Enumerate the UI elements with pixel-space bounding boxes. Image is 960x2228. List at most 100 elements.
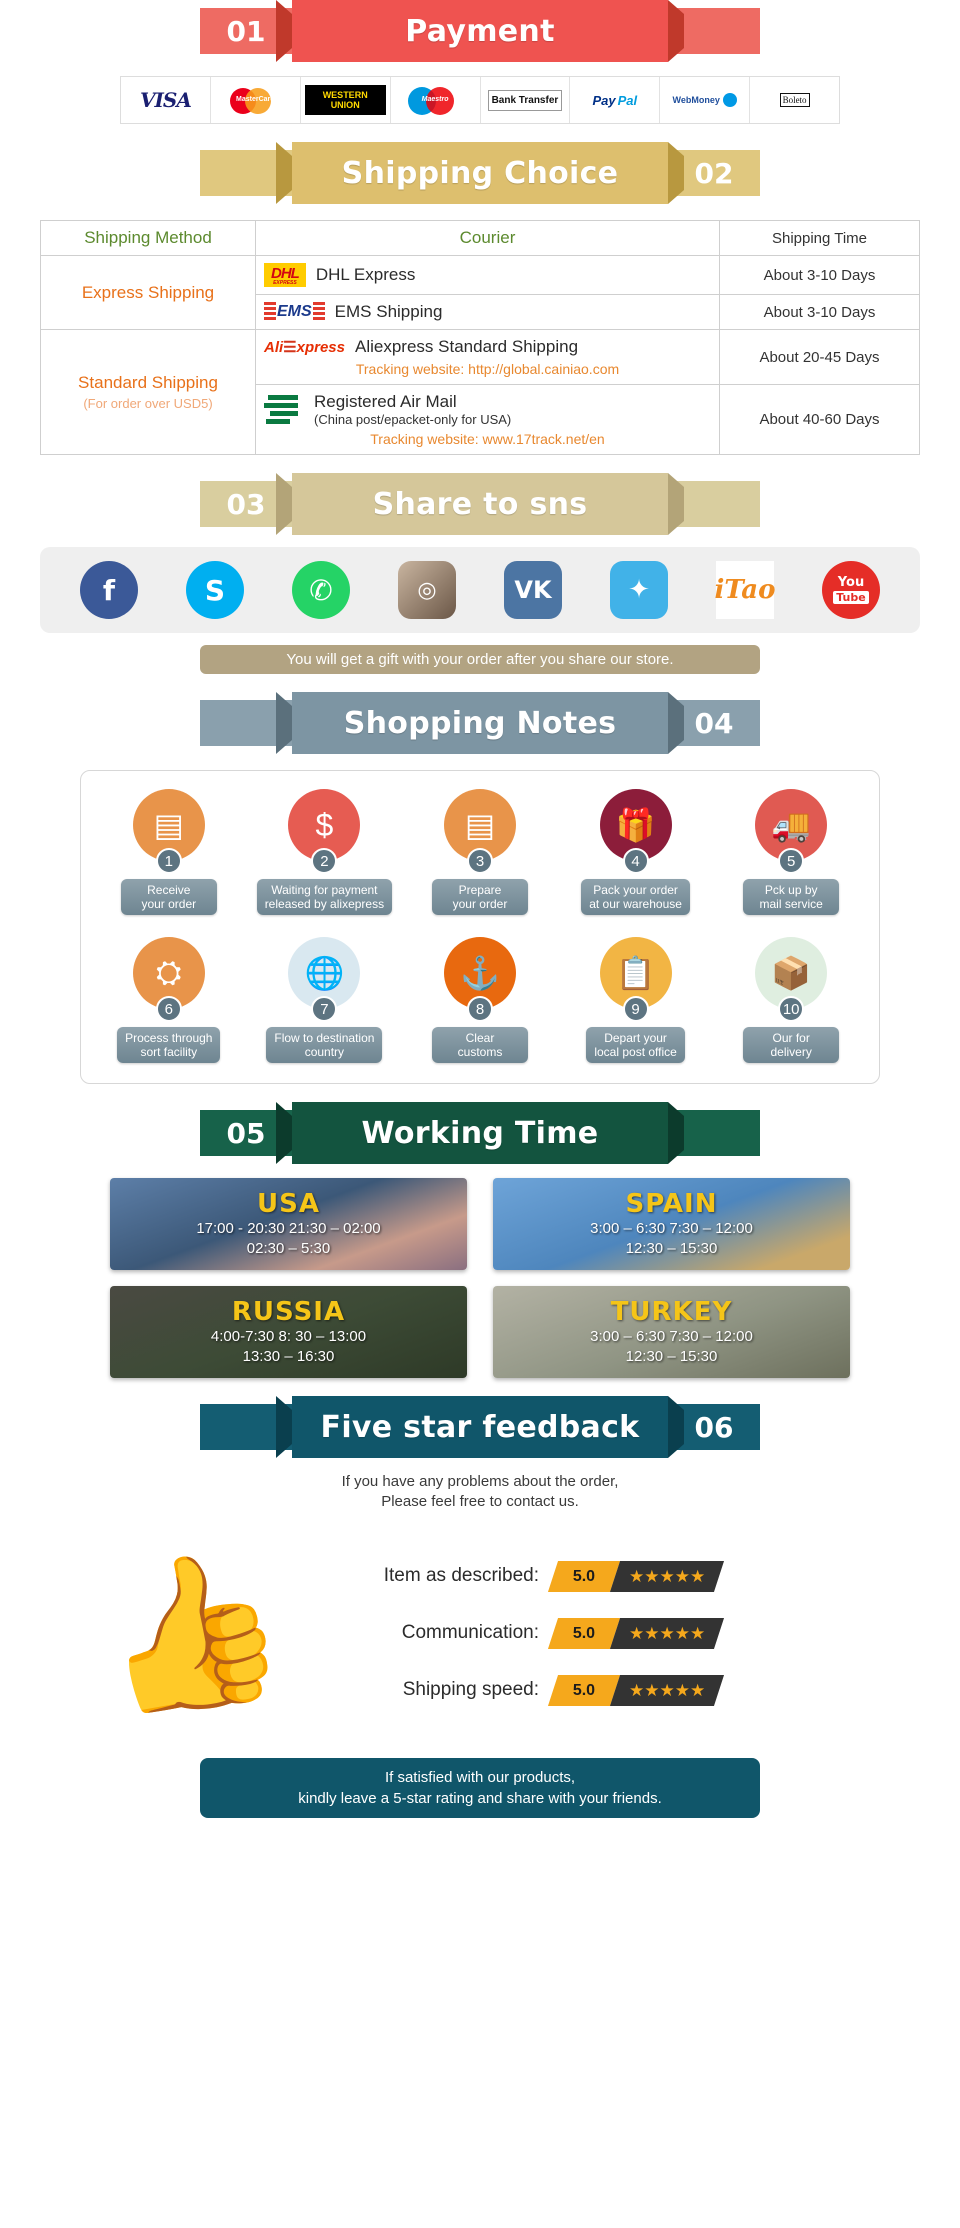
payment-method-webmoney: WebMoney xyxy=(660,77,751,123)
twitter-icon[interactable]: ✦ xyxy=(610,561,668,619)
section-title-feedback: Five star feedback xyxy=(320,1409,640,1445)
step-label: Our for delivery xyxy=(743,1027,840,1063)
cell-courier-ems: EMS EMS Shipping xyxy=(255,294,720,330)
aliexpress-logo: Ali☰xpress xyxy=(264,339,345,356)
thumbs-up-image: 👍 xyxy=(40,1518,340,1748)
working-time-card-russia: RUSSIA 4:00-7:30 8: 30 – 13:00 13:30 – 1… xyxy=(110,1286,467,1378)
thumbs-up-icon: 👍 xyxy=(81,1531,299,1735)
note-step-5: 🚚 5 Pck up by mail service xyxy=(719,789,864,915)
share-gift-banner: You will get a gift with your order afte… xyxy=(200,645,760,674)
table-row: Standard Shipping (For order over USD5) … xyxy=(40,329,920,455)
payment-method-maestro: Maestro xyxy=(390,77,481,123)
cell-method-express: Express Shipping xyxy=(40,255,256,330)
note-step-10: 📦 10 Our for delivery xyxy=(719,937,864,1063)
rating-score: 5.0 xyxy=(547,1560,621,1592)
rating-row-communication: Communication: 5.0 ★★★★★ xyxy=(344,1617,920,1649)
rating-label: Shipping speed: xyxy=(402,1679,539,1700)
courier-sublabel: (China post/epacket-only for USA) xyxy=(314,412,512,427)
feedback-intro-line-1: If you have any problems about the order… xyxy=(341,1473,619,1490)
rating-label: Item as described: xyxy=(383,1565,539,1586)
rating-row-item-as-described: Item as described: 5.0 ★★★★★ xyxy=(344,1560,920,1592)
tracking-website-cainiao[interactable]: Tracking website: http://global.cainiao.… xyxy=(264,361,711,377)
ribbon-body: Share to sns xyxy=(292,473,668,535)
section-title-working-time: Working Time xyxy=(361,1115,599,1151)
country-name: SPAIN xyxy=(625,1189,718,1219)
shopping-notes-card: ▤ 1 Receive your order $ 2 Waiting for pa… xyxy=(80,770,880,1084)
vk-icon[interactable]: VK xyxy=(504,561,562,619)
step-number: 8 xyxy=(466,996,493,1022)
note-step-6: ⛭ 6 Process through sort facility xyxy=(96,937,241,1063)
paypal-icon: Pay Pal xyxy=(592,92,638,108)
footer-line-1: If satisfied with our products, xyxy=(384,1769,576,1786)
payment-method-visa: VISA xyxy=(121,77,211,123)
step-number: 7 xyxy=(311,996,338,1022)
facebook-icon[interactable]: f xyxy=(80,561,138,619)
step-label: Waiting for payment released by alixepres… xyxy=(256,879,393,915)
courier-label: EMS Shipping xyxy=(334,302,443,321)
webmoney-icon: WebMoney xyxy=(673,93,737,107)
rating-score: 5.0 xyxy=(547,1674,621,1706)
cell-time-dhl: About 3-10 Days xyxy=(719,255,920,295)
rating-stars: ★★★★★ xyxy=(609,1674,725,1706)
section-title-notes: Shopping Notes xyxy=(343,705,617,741)
rating-score: 5.0 xyxy=(547,1617,621,1649)
ribbon-body: Five star feedback xyxy=(292,1396,668,1458)
section-title-share: Share to sns xyxy=(372,486,588,522)
feedback-intro-line-2: Please feel free to contact us. xyxy=(381,1493,579,1510)
itao-icon[interactable]: iTao xyxy=(715,561,775,619)
note-step-2: $ 2 Waiting for payment released by alixe… xyxy=(252,789,397,915)
step-number: 2 xyxy=(311,848,338,874)
rating-badge: 5.0 ★★★★★ xyxy=(547,1560,725,1592)
step-number: 10 xyxy=(778,996,805,1022)
note-step-4: 🎁 4 Pack your order at our warehouse xyxy=(563,789,708,915)
skype-icon[interactable]: S xyxy=(186,561,244,619)
method-label: Express Shipping xyxy=(81,282,215,302)
step-label: Clear customs xyxy=(431,1027,528,1063)
step-label: Prepare your order xyxy=(431,879,528,915)
note-step-3: ▤ 3 Prepare your order xyxy=(407,789,552,915)
working-time-grid: USA 17:00 - 20:30 21:30 – 02:00 02:30 – … xyxy=(110,1178,850,1378)
footer-line-2: kindly leave a 5-star rating and share w… xyxy=(298,1790,662,1807)
step-number: 5 xyxy=(778,848,805,874)
note-step-7: 🌐 7 Flow to destination country xyxy=(252,937,397,1063)
section-title-payment: Payment xyxy=(405,13,555,49)
country-hours: 4:00-7:30 8: 30 – 13:00 13:30 – 16:30 xyxy=(210,1328,367,1365)
ribbon-body: Shopping Notes xyxy=(292,692,668,754)
china-post-logo xyxy=(264,393,304,427)
cell-courier-airmail: Registered Air Mail (China post/epacket-… xyxy=(255,384,720,455)
maestro-icon: Maestro xyxy=(408,85,462,115)
shipping-options-table: Shipping Method Courier Shipping Time Ex… xyxy=(40,220,920,455)
table-row: Express Shipping DHL EXPRESS DHL Express … xyxy=(40,255,920,330)
instagram-icon[interactable]: ◎ xyxy=(398,561,456,619)
dhl-logo: DHL EXPRESS xyxy=(264,263,306,287)
cell-time-aliexpress: About 20-45 Days xyxy=(719,329,920,385)
tracking-website-17track[interactable]: Tracking website: www.17track.net/en xyxy=(264,431,711,447)
payment-method-mastercard: MasterCard xyxy=(210,77,301,123)
ribbon-body: Payment xyxy=(292,0,668,62)
bank-transfer-icon: Bank Transfer xyxy=(487,89,563,111)
method-note: (For order over USD5) xyxy=(83,396,213,411)
cell-method-standard: Standard Shipping (For order over USD5) xyxy=(40,329,256,455)
courier-label: Aliexpress Standard Shipping xyxy=(355,337,579,356)
section-header-shipping: 02 Shipping Choice xyxy=(0,142,960,204)
ribbon-body: Shipping Choice xyxy=(292,142,668,204)
whatsapp-icon[interactable]: ✆ xyxy=(292,561,350,619)
cell-courier-aliexpress: Ali☰xpress Aliexpress Standard Shipping … xyxy=(255,329,720,385)
youtube-icon[interactable]: You Tube xyxy=(822,561,880,619)
feedback-footer-banner: If satisfied with our products, kindly l… xyxy=(200,1758,760,1818)
step-label: Depart your local post office xyxy=(586,1027,685,1063)
courier-label: Registered Air Mail (China post/epacket-… xyxy=(314,392,512,427)
visa-icon: VISA xyxy=(140,88,192,112)
rating-label: Communication: xyxy=(401,1622,539,1643)
payment-method-western-union: WESTERN UNION xyxy=(300,77,391,123)
social-icons-bar: f S ✆ ◎ VK ✦ iTao You Tube xyxy=(40,547,920,633)
method-label: Standard Shipping xyxy=(78,373,218,392)
step-number: 1 xyxy=(155,848,182,874)
step-number: 3 xyxy=(466,848,493,874)
note-step-9: 📋 9 Depart your local post office xyxy=(563,937,708,1063)
step-number: 9 xyxy=(622,996,649,1022)
working-time-card-spain: SPAIN 3:00 – 6:30 7:30 – 12:00 12:30 – 1… xyxy=(493,1178,850,1270)
step-label: Flow to destination country xyxy=(266,1027,383,1063)
working-time-card-usa: USA 17:00 - 20:30 21:30 – 02:00 02:30 – … xyxy=(110,1178,467,1270)
mastercard-icon: MasterCard xyxy=(228,85,282,115)
